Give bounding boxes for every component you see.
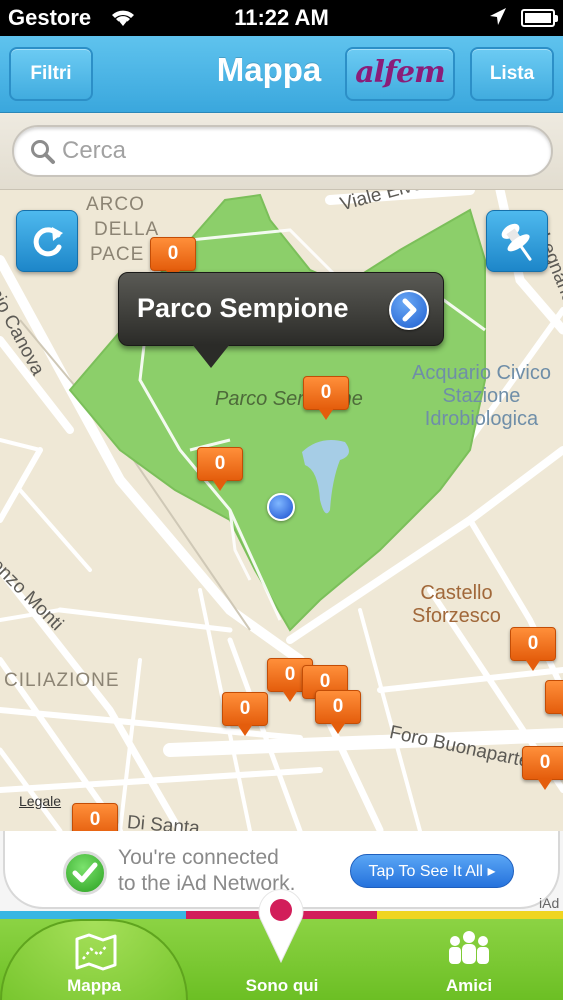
checkmark-icon <box>63 851 107 895</box>
place-callout[interactable]: Parco Sempione <box>118 272 444 346</box>
map-pin[interactable]: 0 <box>197 447 243 493</box>
legal-link[interactable]: Legale <box>19 793 61 809</box>
drop-pin-button[interactable] <box>486 210 548 272</box>
tab-amici[interactable]: Amici <box>375 919 563 1000</box>
chevron-right-icon: ▸ <box>487 863 496 880</box>
map-icon <box>73 931 119 976</box>
filters-button[interactable]: Filtri <box>9 47 93 101</box>
search-bar <box>0 114 563 190</box>
list-button[interactable]: Lista <box>470 47 554 101</box>
status-bar: Gestore 11:22 AM <box>0 0 563 36</box>
location-services-icon <box>488 6 508 34</box>
map-label-arco: ARCO <box>86 194 145 215</box>
battery-icon <box>521 9 558 27</box>
callout-title: Parco Sempione <box>137 293 349 323</box>
map-label-conciliazione: CILIAZIONE <box>4 670 120 691</box>
map-label-acquario: Acquario Civico Stazione Idrobiologica <box>412 362 551 430</box>
map-pin[interactable]: 0 <box>522 746 563 792</box>
people-icon <box>445 929 493 976</box>
map-label-castello-sforzesco: Castello Sforzesco <box>412 582 501 627</box>
tab-mappa[interactable]: Mappa <box>0 919 188 1000</box>
map-pin[interactable]: 0 <box>72 803 118 831</box>
map-pin[interactable]: 0 <box>222 692 268 738</box>
refresh-button[interactable] <box>16 210 78 272</box>
tab-label: Amici <box>445 976 493 995</box>
map-label-pace: PACE <box>90 244 145 265</box>
page-title: Mappa <box>216 51 322 88</box>
callout-pointer <box>192 344 230 368</box>
tab-label: Sono qui <box>245 976 319 995</box>
map-view[interactable]: ARCO DELLA PACE Viale Elvezia Via Antoni… <box>0 190 563 831</box>
iad-mark: iAd <box>539 895 560 911</box>
tab-label: Mappa <box>67 976 121 995</box>
detail-disclosure-button[interactable] <box>389 290 429 330</box>
app-screen: Gestore 11:22 AM Filtri Mappa alfem List… <box>0 0 563 1000</box>
search-icon <box>30 139 56 170</box>
refresh-icon <box>17 227 79 277</box>
navigation-bar: Filtri Mappa alfem Lista <box>0 36 563 113</box>
map-pin[interactable]: 0 <box>545 680 563 726</box>
map-pin[interactable]: 0 <box>303 376 349 422</box>
clock: 11:22 AM <box>234 5 329 30</box>
pushpin-icon <box>487 223 549 277</box>
map-pin[interactable]: 0 <box>315 690 361 736</box>
search-field[interactable] <box>12 125 553 177</box>
current-location-dot <box>267 493 295 521</box>
search-input[interactable] <box>62 135 522 167</box>
location-pin-icon <box>256 884 306 964</box>
ad-cta-button[interactable]: Tap To See It All ▸ <box>350 854 514 888</box>
map-pin[interactable]: 0 <box>510 627 556 673</box>
alfem-logo-button[interactable]: alfem <box>345 47 455 101</box>
